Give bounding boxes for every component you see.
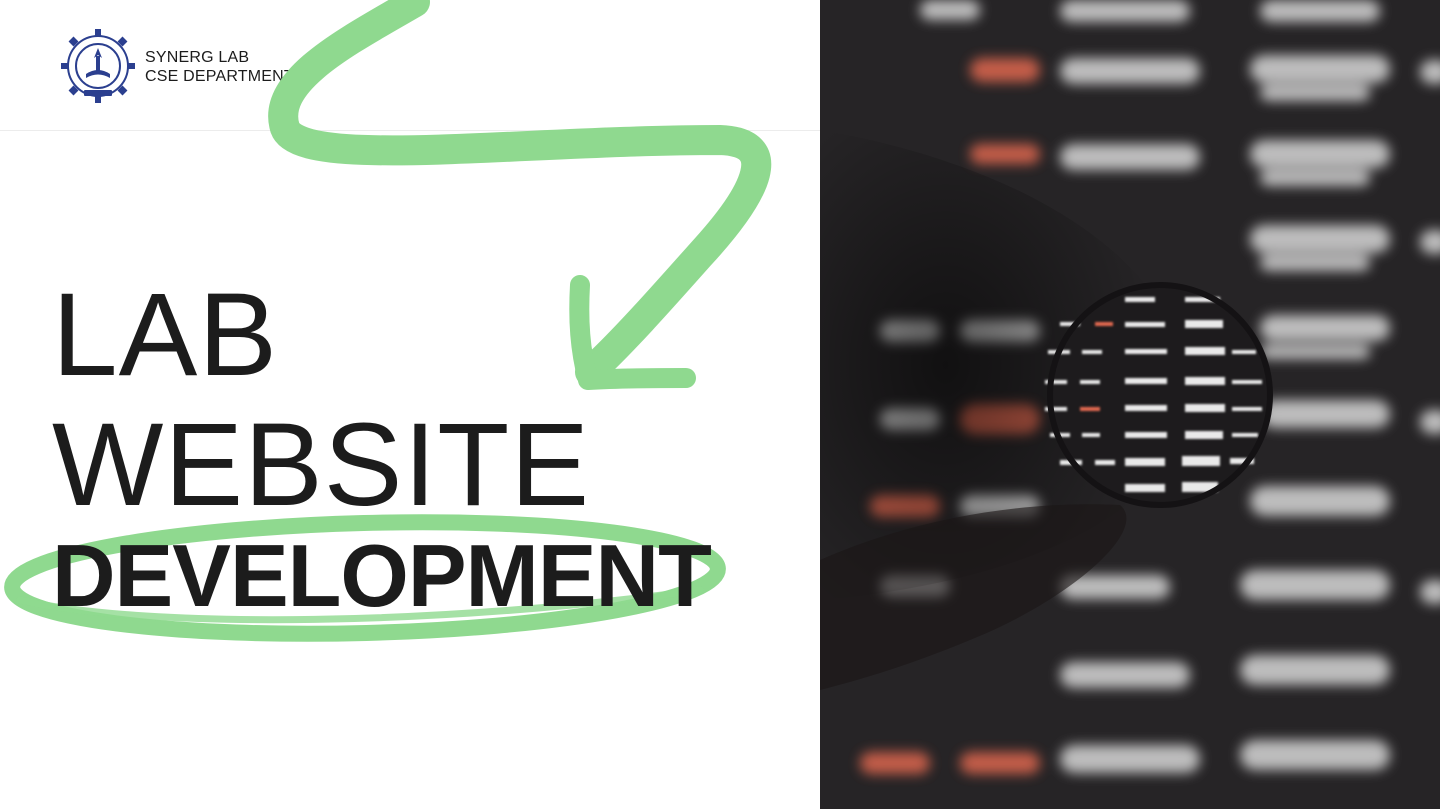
hero-photo (820, 0, 1440, 809)
magnifier-over-screen-photo (820, 0, 1440, 809)
left-panel: SYNERG LAB CSE DEPARTMENT LAB WEBSITE DE… (0, 0, 820, 809)
title-line-development: DEVELOPMENT (52, 526, 712, 625)
title-line-lab: LAB (52, 269, 279, 401)
title-line-website: WEBSITE (52, 399, 591, 531)
